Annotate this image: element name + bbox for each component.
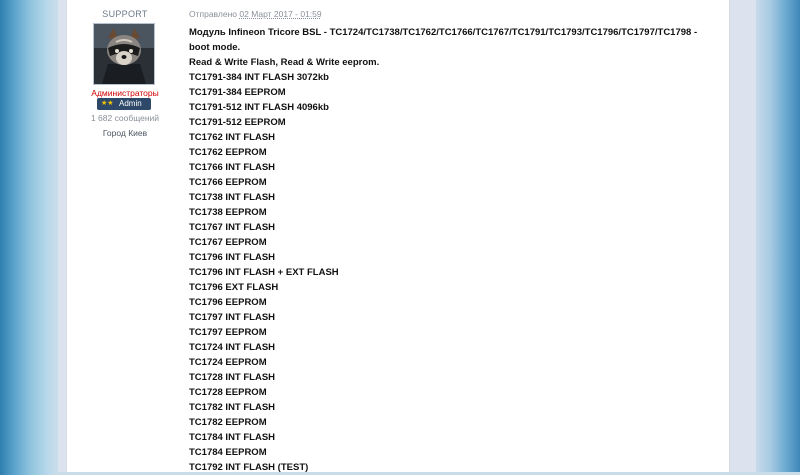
post-line: TC1728 EEPROM [189, 387, 267, 398]
post-line: TC1792 INT FLASH (TEST) [189, 462, 309, 473]
desktop-background-right [756, 0, 800, 472]
post-body: Модуль Infineon Tricore BSL - TC1724/TC1… [189, 25, 719, 475]
post-meta: Отправлено 02 Март 2017 - 01:59 [189, 9, 322, 19]
post-line: TC1738 EEPROM [189, 207, 267, 218]
posted-label: Отправлено [189, 9, 237, 19]
post-line: TC1796 EEPROM [189, 297, 267, 308]
post-line: TC1796 EXT FLASH [189, 282, 279, 293]
post-line: TC1728 INT FLASH [189, 372, 276, 383]
post-lines: Read & Write Flash, Read & Write eeprom.… [189, 55, 719, 475]
author-location: Город Киев [102, 128, 148, 138]
post-line: TC1782 INT FLASH [189, 402, 276, 413]
post-line: TC1791-512 EEPROM [189, 117, 286, 128]
rank-badge: ★★ Admin [97, 98, 151, 110]
post-line: TC1766 EEPROM [189, 177, 267, 188]
rank-stars-icon: ★★ [101, 100, 114, 107]
raccoon-avatar-image [94, 24, 154, 84]
post-line: TC1762 EEPROM [189, 147, 267, 158]
post-line: TC1796 INT FLASH [189, 252, 276, 263]
post-line: Read & Write Flash, Read & Write eeprom. [189, 57, 380, 68]
post-line: TC1784 EEPROM [189, 447, 267, 458]
post-line: TC1766 INT FLASH [189, 162, 276, 173]
author-post-count: 1 682 сообщений [90, 113, 160, 123]
post-line: TC1797 EEPROM [189, 327, 267, 338]
post-line: TC1767 INT FLASH [189, 222, 276, 233]
post-line: TC1762 INT FLASH [189, 132, 276, 143]
post-line: TC1796 INT FLASH + EXT FLASH [189, 267, 339, 278]
post-line: TC1738 INT FLASH [189, 192, 276, 203]
post-line: TC1767 EEPROM [189, 237, 267, 248]
rank-label: Admin [119, 99, 142, 108]
author-group: Администраторы [91, 88, 159, 98]
post-line: TC1784 INT FLASH [189, 432, 276, 443]
post-line: TC1791-512 INT FLASH 4096kb [189, 102, 329, 113]
post-title-text: Модуль Infineon Tricore BSL - TC1724/TC1… [189, 27, 698, 53]
post-line: TC1782 EEPROM [189, 417, 267, 428]
post-line: TC1791-384 INT FLASH 3072kb [189, 72, 329, 83]
post-author-column: SUPPORT Администраторы ★★ Admin 1 682 со… [70, 0, 180, 472]
author-avatar[interactable] [93, 23, 155, 85]
post-line: TC1791-384 EEPROM [189, 87, 286, 98]
post-line: TC1724 INT FLASH [189, 342, 276, 353]
post-line: TC1724 EEPROM [189, 357, 267, 368]
author-name[interactable]: SUPPORT [70, 9, 180, 19]
post-line: TC1797 INT FLASH [189, 312, 276, 323]
post-date-link[interactable]: 02 Март 2017 - 01:59 [239, 9, 321, 19]
